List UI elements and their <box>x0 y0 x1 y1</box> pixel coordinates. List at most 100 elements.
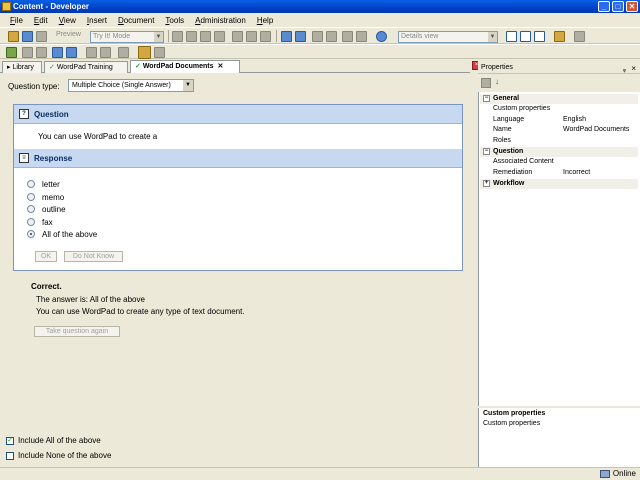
property-row[interactable]: Associated Content <box>480 157 638 167</box>
property-key: Associated Content <box>493 158 554 165</box>
print-icon[interactable] <box>36 31 47 42</box>
property-category-workflow[interactable]: + Workflow <box>480 179 638 189</box>
radio-button[interactable] <box>27 180 35 188</box>
tab-wordpad-documents[interactable]: ✓ WordPad Documents ✕ <box>130 60 240 73</box>
paste-icon[interactable] <box>200 31 211 42</box>
properties-splitter[interactable] <box>478 406 640 408</box>
cut-icon[interactable] <box>172 31 183 42</box>
undo-icon[interactable] <box>281 31 292 42</box>
option-all-of-the-above[interactable]: All of the above <box>27 228 97 240</box>
property-category-general[interactable]: − General <box>480 94 638 104</box>
research-icon[interactable] <box>356 31 367 42</box>
option-letter[interactable]: letter <box>27 178 60 190</box>
layout-2-icon[interactable] <box>520 31 531 42</box>
collapse-icon[interactable]: − <box>483 148 490 155</box>
property-row[interactable]: Custom properties <box>480 104 638 114</box>
copy-icon[interactable] <box>186 31 197 42</box>
question-type-value: Multiple Choice (Single Answer) <box>72 82 171 89</box>
delete-icon[interactable] <box>232 31 243 42</box>
property-row[interactable]: Remediation Incorrect <box>480 168 638 178</box>
property-row[interactable]: Roles <box>480 136 638 146</box>
promote-icon[interactable] <box>118 47 129 58</box>
radio-button[interactable] <box>27 205 35 213</box>
property-value[interactable]: Incorrect <box>563 168 590 178</box>
property-key: Language <box>493 116 525 123</box>
property-category-question[interactable]: − Question <box>480 147 638 157</box>
do-not-know-button[interactable]: Do Not Know <box>64 251 123 262</box>
collapse-icon[interactable]: − <box>483 95 490 102</box>
preview-button[interactable]: Preview <box>56 31 81 38</box>
sync-icon[interactable] <box>574 31 585 42</box>
move-up-icon[interactable] <box>86 47 97 58</box>
save-icon[interactable] <box>22 31 33 42</box>
categorized-icon[interactable] <box>481 78 491 88</box>
chevron-down-icon: ▼ <box>154 32 163 42</box>
mode-combo[interactable]: Try It! Mode ▼ <box>90 31 164 43</box>
tab-close-icon[interactable]: ✕ <box>217 63 223 70</box>
menu-view[interactable]: View <box>59 16 76 25</box>
new-document-icon[interactable] <box>8 31 19 42</box>
ok-button[interactable]: OK <box>35 251 57 262</box>
insert-below-icon[interactable] <box>22 47 33 58</box>
help-icon[interactable] <box>376 31 387 42</box>
chevron-down-icon: ▼ <box>183 80 193 91</box>
category-label: General <box>493 95 520 102</box>
close-window-button[interactable]: ✕ <box>626 1 638 12</box>
link-icon[interactable] <box>260 31 271 42</box>
image-icon[interactable] <box>52 47 63 58</box>
tab-library[interactable]: ▸ Library <box>2 61 42 73</box>
spelling-icon[interactable] <box>342 31 353 42</box>
option-memo[interactable]: memo <box>27 191 64 203</box>
menu-tools[interactable]: Tools <box>165 16 184 25</box>
menu-help[interactable]: Help <box>257 16 273 25</box>
document-tabs: ▸ Library ✓ WordPad Training ✓ WordPad D… <box>0 60 470 73</box>
remove-frame-icon[interactable] <box>326 31 337 42</box>
zoom-icon[interactable] <box>154 47 165 58</box>
redo-icon[interactable] <box>295 31 306 42</box>
include-all-row[interactable]: ✓ Include All of the above <box>6 436 101 445</box>
layout-1-icon[interactable] <box>506 31 517 42</box>
minimize-button[interactable]: _ <box>598 1 610 12</box>
layout-3-icon[interactable] <box>534 31 545 42</box>
sort-alpha-icon[interactable]: ↓ <box>495 77 499 86</box>
menu-edit[interactable]: Edit <box>34 16 48 25</box>
include-none-row[interactable]: Include None of the above <box>6 451 111 460</box>
response-header-label: Response <box>34 154 73 163</box>
menu-document[interactable]: Document <box>118 16 154 25</box>
view-combo[interactable]: Details view ▼ <box>398 31 498 43</box>
response-section-header: ≡ Response <box>14 149 462 168</box>
record-icon[interactable] <box>66 47 77 58</box>
tab-wordpad-training[interactable]: ✓ WordPad Training <box>44 61 128 73</box>
property-key: Remediation <box>493 169 533 176</box>
include-all-checkbox[interactable]: ✓ <box>6 436 14 445</box>
include-none-checkbox[interactable] <box>6 451 14 460</box>
take-question-again-button[interactable]: Take question again <box>34 326 120 337</box>
option-outline[interactable]: outline <box>27 203 66 215</box>
paste-special-icon[interactable] <box>214 31 225 42</box>
menu-administration[interactable]: Administration <box>195 16 246 25</box>
properties-toggle-icon[interactable] <box>554 31 565 42</box>
radio-button[interactable] <box>27 193 35 201</box>
expand-icon[interactable]: + <box>483 180 490 187</box>
tab-wordpad-training-label: WordPad Training <box>56 64 113 71</box>
insert-icon[interactable] <box>6 47 17 58</box>
menu-insert[interactable]: Insert <box>87 16 107 25</box>
edit-pencil-icon[interactable] <box>138 46 151 59</box>
menu-file[interactable]: File <box>10 16 23 25</box>
insert-frame-icon[interactable] <box>312 31 323 42</box>
standard-toolbar: Preview Try It! Mode ▼ Details view ▼ <box>0 27 640 44</box>
property-value[interactable]: English <box>563 115 586 125</box>
radio-button-selected[interactable] <box>27 230 35 238</box>
question-type-select[interactable]: Multiple Choice (Single Answer) ▼ <box>68 79 194 92</box>
move-down-icon[interactable] <box>100 47 111 58</box>
option-fax[interactable]: fax <box>27 216 53 228</box>
insert-child-icon[interactable] <box>36 47 47 58</box>
status-bar <box>0 467 640 480</box>
property-description-title: Custom properties <box>483 410 546 417</box>
property-value[interactable]: WordPad Documents <box>563 125 629 135</box>
radio-button[interactable] <box>27 218 35 226</box>
property-row[interactable]: Language English <box>480 115 638 125</box>
find-icon[interactable] <box>246 31 257 42</box>
maximize-button[interactable]: □ <box>612 1 624 12</box>
property-row[interactable]: Name WordPad Documents <box>480 125 638 135</box>
